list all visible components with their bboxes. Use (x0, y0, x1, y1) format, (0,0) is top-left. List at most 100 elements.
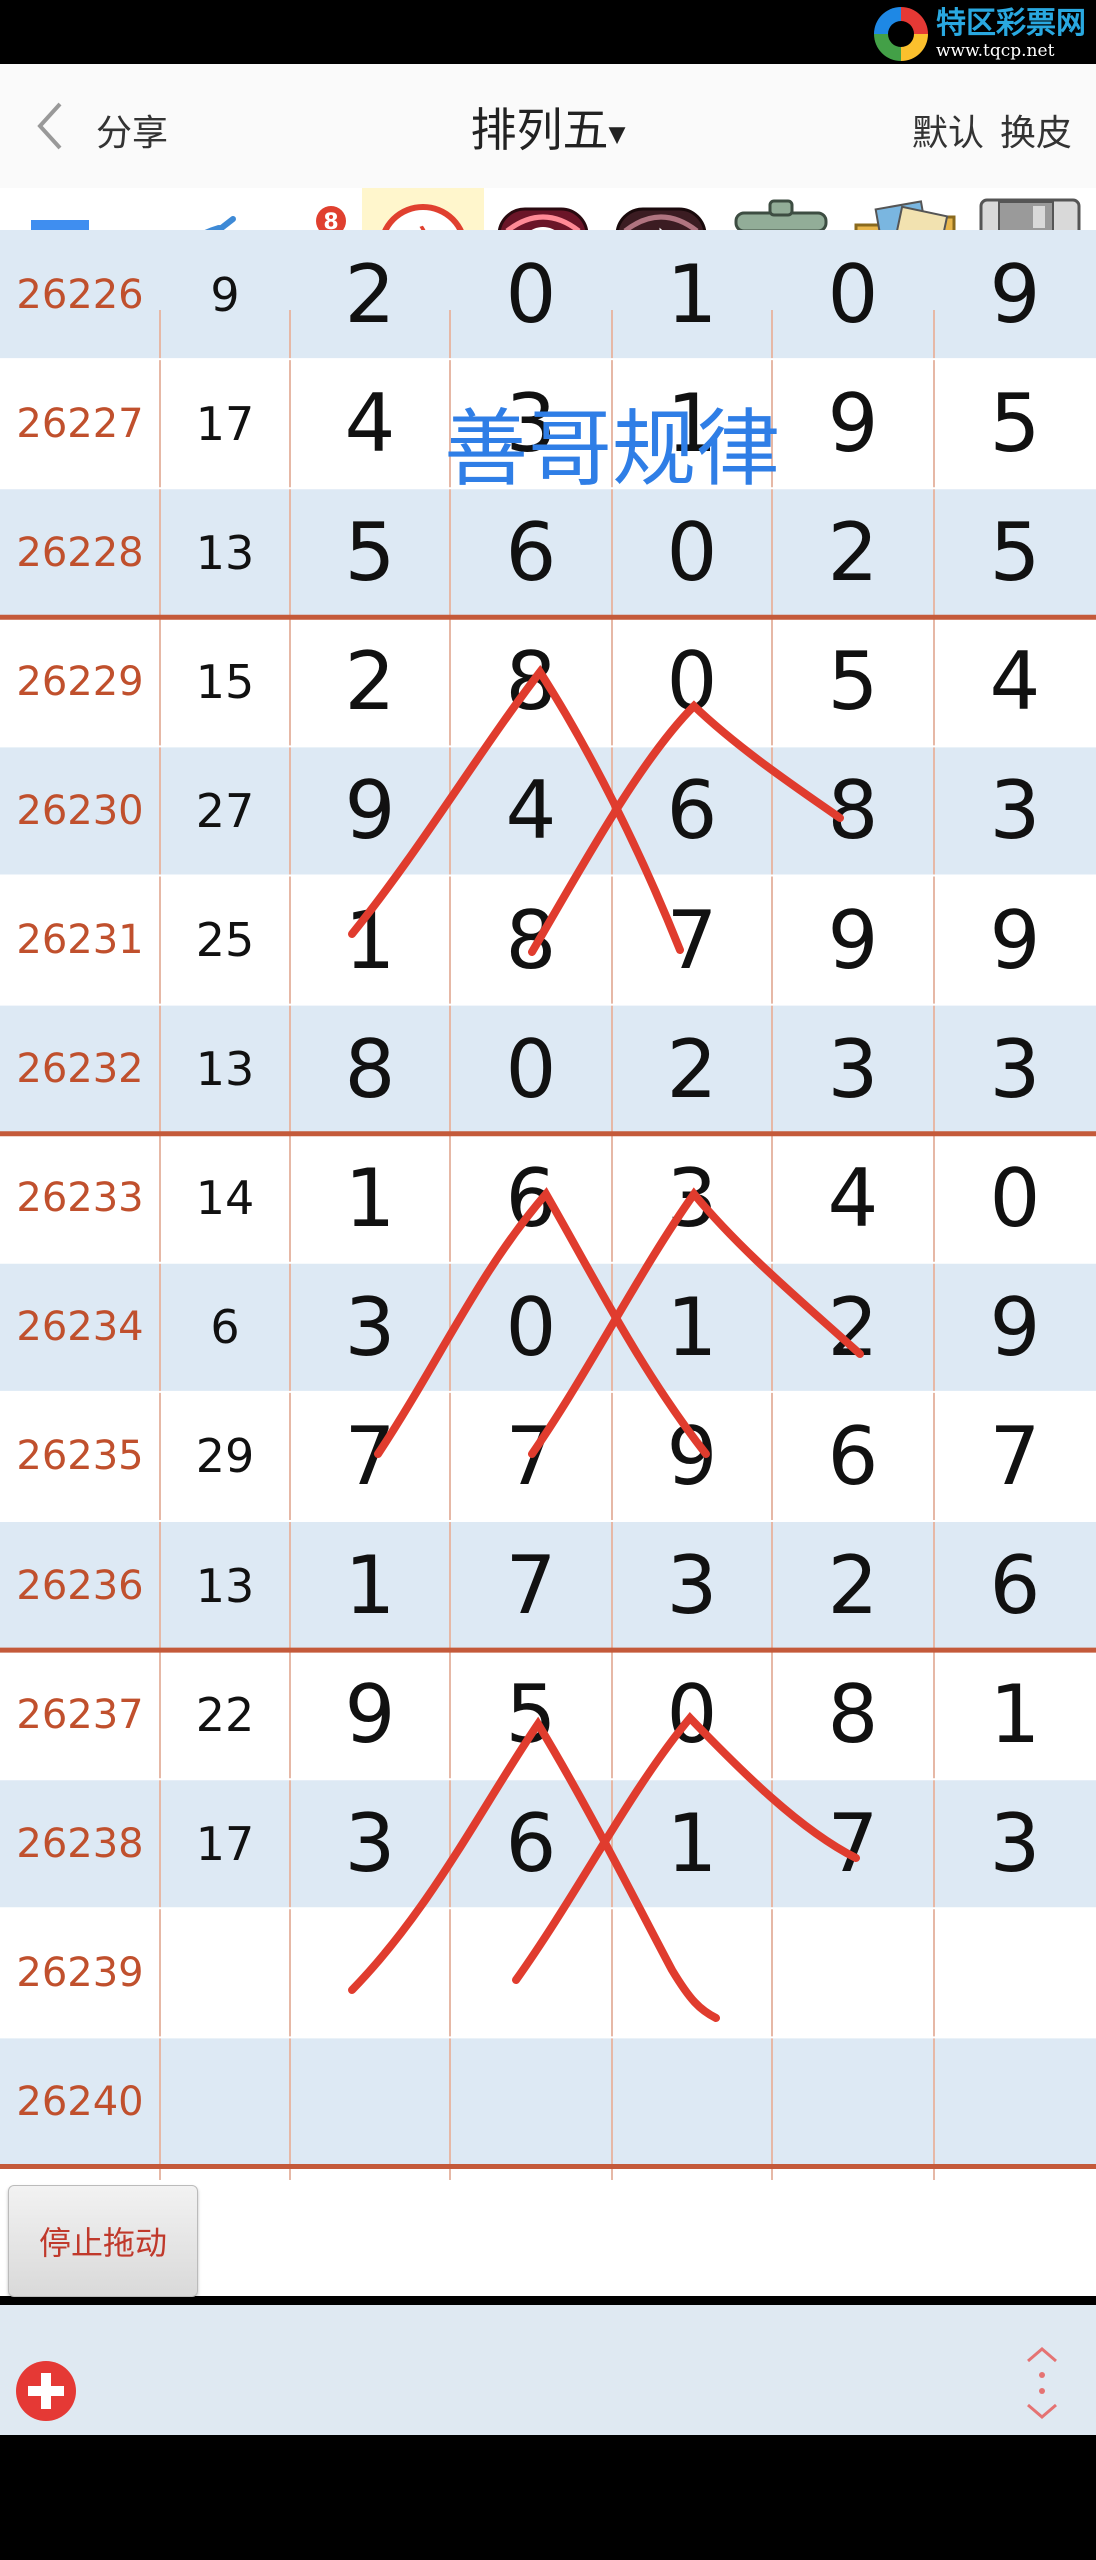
digit-cell[interactable] (772, 1908, 934, 2037)
chart-row[interactable]: 26240 (0, 2037, 1096, 2167)
chart-row[interactable]: 26227 17 4 3 1 9 5 (0, 359, 1096, 489)
digit-cell[interactable]: 9 (934, 876, 1096, 1005)
digit-cell[interactable]: 1 (612, 1779, 772, 1908)
default-button[interactable]: 默认 (912, 104, 984, 156)
dropdown-arrow-icon[interactable]: ▾ (608, 114, 625, 154)
digit-cell[interactable]: 6 (450, 1134, 612, 1263)
digit-cell[interactable]: 4 (450, 746, 612, 875)
chart-row[interactable]: 26228 13 5 6 0 2 5 (0, 488, 1096, 618)
share-button[interactable]: 分享 (96, 104, 168, 156)
digit-cell[interactable]: 0 (450, 230, 612, 359)
digit-cell[interactable]: 7 (612, 876, 772, 1005)
digit-cell[interactable]: 0 (612, 617, 772, 746)
digit-cell[interactable]: 9 (772, 876, 934, 1005)
digit-cell[interactable]: 2 (772, 1521, 934, 1650)
plus-circle-icon[interactable] (14, 2359, 78, 2423)
digit-cell[interactable]: 0 (934, 1134, 1096, 1263)
chart-row[interactable]: 26234 6 3 0 1 2 9 (0, 1262, 1096, 1392)
digit-cell[interactable]: 7 (290, 1392, 450, 1521)
digit-cell[interactable]: 5 (934, 359, 1096, 488)
chart-row[interactable]: 26233 14 1 6 3 4 0 (0, 1133, 1096, 1263)
digit-cell[interactable]: 1 (612, 359, 772, 488)
digit-cell[interactable]: 1 (290, 1521, 450, 1650)
digit-cell[interactable]: 0 (772, 230, 934, 359)
digit-cell[interactable] (290, 1908, 450, 2037)
digit-cell[interactable]: 8 (450, 876, 612, 1005)
digit-cell[interactable]: 9 (290, 1650, 450, 1779)
digit-cell[interactable] (612, 2167, 772, 2296)
chart-row[interactable]: 26239 (0, 1908, 1096, 2038)
digit-cell[interactable]: 9 (934, 230, 1096, 359)
digit-cell[interactable]: 2 (612, 1005, 772, 1134)
digit-cell[interactable]: 0 (612, 488, 772, 617)
digit-cell[interactable]: 6 (450, 488, 612, 617)
digit-cell[interactable]: 1 (934, 1650, 1096, 1779)
chart-row[interactable]: 26226 9 2 0 1 0 9 (0, 230, 1096, 360)
digit-cell[interactable] (290, 2037, 450, 2166)
digit-cell[interactable]: 6 (772, 1392, 934, 1521)
digit-cell[interactable] (450, 2167, 612, 2296)
digit-cell[interactable] (934, 2037, 1096, 2166)
chart-row[interactable]: 26236 13 1 7 3 2 6 (0, 1521, 1096, 1651)
stop-drag-button[interactable]: 停止拖动 (8, 2185, 198, 2297)
digit-cell[interactable]: 3 (772, 1005, 934, 1134)
digit-cell[interactable]: 3 (450, 359, 612, 488)
digit-cell[interactable]: 1 (612, 230, 772, 359)
digit-cell[interactable]: 3 (612, 1521, 772, 1650)
digit-cell[interactable]: 4 (772, 1134, 934, 1263)
digit-cell[interactable]: 9 (290, 746, 450, 875)
digit-cell[interactable] (450, 2037, 612, 2166)
digit-cell[interactable]: 9 (934, 1263, 1096, 1392)
digit-cell[interactable]: 7 (934, 1392, 1096, 1521)
digit-cell[interactable]: 8 (290, 1005, 450, 1134)
digit-cell[interactable] (450, 1908, 612, 2037)
chart-row[interactable]: 26237 22 9 5 0 8 1 (0, 1650, 1096, 1780)
change-skin-button[interactable]: 换皮 (1000, 104, 1072, 156)
chart-row[interactable]: 26229 15 2 8 0 5 4 (0, 617, 1096, 747)
digit-cell[interactable]: 3 (934, 1005, 1096, 1134)
digit-cell[interactable]: 3 (612, 1134, 772, 1263)
chart-row[interactable]: 26230 27 9 4 6 8 3 (0, 746, 1096, 876)
chart-row[interactable]: 26235 29 7 7 9 6 7 (0, 1391, 1096, 1521)
digit-cell[interactable] (772, 2167, 934, 2296)
digit-cell[interactable]: 5 (290, 488, 450, 617)
digit-cell[interactable]: 2 (772, 1263, 934, 1392)
digit-cell[interactable]: 1 (290, 876, 450, 1005)
digit-cell[interactable]: 3 (290, 1779, 450, 1908)
digit-cell[interactable]: 6 (450, 1779, 612, 1908)
digit-cell[interactable]: 5 (934, 488, 1096, 617)
digit-cell[interactable]: 8 (450, 617, 612, 746)
chevron-left-icon[interactable] (30, 100, 70, 152)
digit-cell[interactable]: 7 (450, 1392, 612, 1521)
digit-cell[interactable]: 6 (934, 1521, 1096, 1650)
digit-cell[interactable]: 2 (290, 230, 450, 359)
draw-chart-grid[interactable]: 26226 9 2 0 1 0 9 26227 17 4 3 1 9 5 26228 13 5 6 0 2 5 26229… (0, 230, 1096, 2296)
digit-cell[interactable] (934, 2167, 1096, 2296)
digit-cell[interactable]: 0 (450, 1263, 612, 1392)
chart-row[interactable]: 26231 25 1 8 7 9 9 (0, 875, 1096, 1005)
digit-cell[interactable]: 8 (772, 1650, 934, 1779)
digit-cell[interactable] (772, 2037, 934, 2166)
digit-cell[interactable]: 5 (450, 1650, 612, 1779)
digit-cell[interactable] (934, 1908, 1096, 2037)
digit-cell[interactable]: 3 (934, 1779, 1096, 1908)
digit-cell[interactable]: 6 (612, 746, 772, 875)
digit-cell[interactable]: 1 (612, 1263, 772, 1392)
digit-cell[interactable]: 0 (612, 1650, 772, 1779)
digit-cell[interactable]: 2 (772, 488, 934, 617)
digit-cell[interactable]: 4 (934, 617, 1096, 746)
digit-cell[interactable]: 9 (772, 359, 934, 488)
digit-cell[interactable]: 7 (772, 1779, 934, 1908)
digit-cell[interactable]: 3 (290, 1263, 450, 1392)
digit-cell[interactable]: 5 (772, 617, 934, 746)
digit-cell[interactable]: 4 (290, 359, 450, 488)
digit-cell[interactable]: 2 (290, 617, 450, 746)
digit-cell[interactable] (612, 2037, 772, 2166)
digit-cell[interactable]: 3 (934, 746, 1096, 875)
lottery-title[interactable]: 排列五 (470, 103, 608, 157)
digit-cell[interactable] (290, 2167, 450, 2296)
digit-cell[interactable]: 8 (772, 746, 934, 875)
digit-cell[interactable] (612, 1908, 772, 2037)
expand-vertical-icon[interactable] (1020, 2345, 1064, 2421)
chart-row[interactable]: 26238 17 3 6 1 7 3 (0, 1779, 1096, 1909)
